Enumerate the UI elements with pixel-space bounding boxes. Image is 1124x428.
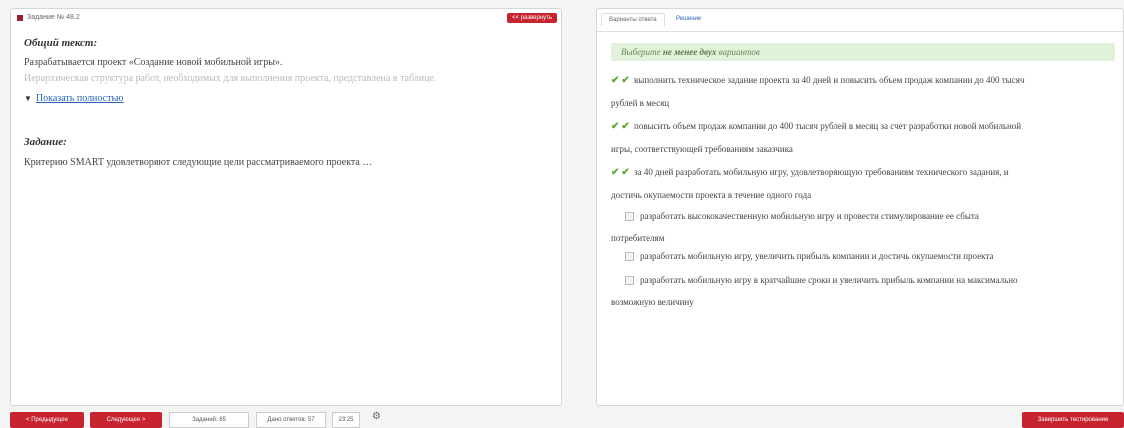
expand-button[interactable]: << развернуть bbox=[506, 13, 557, 23]
option-text: разработать мобильную игру в кратчайшие … bbox=[640, 275, 1018, 285]
tab-solution[interactable]: Решение bbox=[669, 13, 708, 25]
answer-option[interactable]: ✔ ✔ повысить объем продаж компании до 400… bbox=[611, 115, 1111, 160]
tab-answer-options[interactable]: Варианты ответа bbox=[601, 13, 665, 27]
task-title: Задание: bbox=[24, 136, 67, 148]
check-icon[interactable]: ✔ bbox=[621, 121, 629, 132]
option-text: повысить объем продаж компании до 400 ты… bbox=[634, 121, 1022, 131]
task-header: Задание № 48.2 bbox=[17, 14, 80, 21]
checkbox[interactable] bbox=[625, 276, 634, 286]
task-marker-icon bbox=[17, 14, 23, 21]
selection-hint: Выберите не менее двух вариантов bbox=[611, 43, 1115, 61]
prev-button[interactable]: < Предыдущее bbox=[10, 412, 84, 428]
answer-option[interactable]: разработать мобильную игру в кратчайшие … bbox=[611, 269, 1111, 313]
general-text-title: Общий текст: bbox=[24, 37, 98, 49]
check-icon[interactable]: ✔ bbox=[621, 75, 629, 86]
hint-bold: не менее двух bbox=[662, 47, 717, 57]
answer-option[interactable]: разработать мобильную игру, увеличить пр… bbox=[611, 245, 1111, 267]
answer-option[interactable]: ✔ ✔ выполнить техническое задание проекта… bbox=[611, 69, 1111, 114]
answer-panel: Варианты ответа Решение Выберите не мене… bbox=[596, 8, 1124, 406]
task-panel: Задание № 48.2 << развернуть Общий текст… bbox=[10, 8, 562, 406]
show-more-link[interactable]: ▼ Показать полностью bbox=[24, 93, 124, 104]
general-text-faded-line: Иерархическая структура работ, необходим… bbox=[24, 73, 437, 84]
option-text: выполнить техническое задание проекта за… bbox=[634, 75, 1025, 85]
option-text: разработать мобильную игру, увеличить пр… bbox=[640, 251, 994, 261]
show-more-label: Показать полностью bbox=[35, 93, 124, 104]
answer-option[interactable]: разработать высококачественную мобильную… bbox=[611, 205, 1111, 249]
finish-test-button[interactable]: Завершить тестирование bbox=[1022, 412, 1124, 428]
checkbox[interactable] bbox=[625, 212, 634, 222]
triangle-down-icon: ▼ bbox=[24, 94, 32, 103]
check-icon: ✔ bbox=[611, 167, 620, 178]
answers-count: Дано ответов: 57 bbox=[256, 412, 326, 428]
answer-tabs: Варианты ответа Решение bbox=[597, 9, 1123, 32]
option-text-continued: возможную величину bbox=[611, 297, 694, 307]
check-icon: ✔ bbox=[611, 75, 620, 86]
option-text: за 40 дней разработать мобильную игру, у… bbox=[634, 167, 1009, 177]
task-text: Критерию SMART удовлетворяют следующие ц… bbox=[24, 157, 373, 168]
gear-icon[interactable]: ⚙ bbox=[372, 411, 381, 422]
answer-option[interactable]: ✔ ✔ за 40 дней разработать мобильную игру… bbox=[611, 161, 1111, 206]
timer: 23:25 bbox=[332, 412, 360, 428]
general-text-line: Разрабатывается проект «Создание новой м… bbox=[24, 57, 283, 68]
task-number: Задание № 48.2 bbox=[27, 14, 80, 21]
check-icon: ✔ bbox=[611, 121, 620, 132]
tasks-count: Заданий: 85 bbox=[169, 412, 249, 428]
hint-suffix: вариантов bbox=[716, 47, 760, 57]
option-text-continued: достичь окупаемости проекта в течение од… bbox=[611, 190, 812, 200]
option-text: разработать высококачественную мобильную… bbox=[640, 211, 979, 221]
check-icon[interactable]: ✔ bbox=[621, 167, 629, 178]
checkbox[interactable] bbox=[625, 252, 634, 262]
option-text-continued: игры, соответствующей требованиям заказч… bbox=[611, 144, 793, 154]
next-button[interactable]: Следующее > bbox=[90, 412, 162, 428]
option-text-continued: рублей в месяц bbox=[611, 98, 670, 108]
hint-prefix: Выберите bbox=[621, 47, 663, 57]
